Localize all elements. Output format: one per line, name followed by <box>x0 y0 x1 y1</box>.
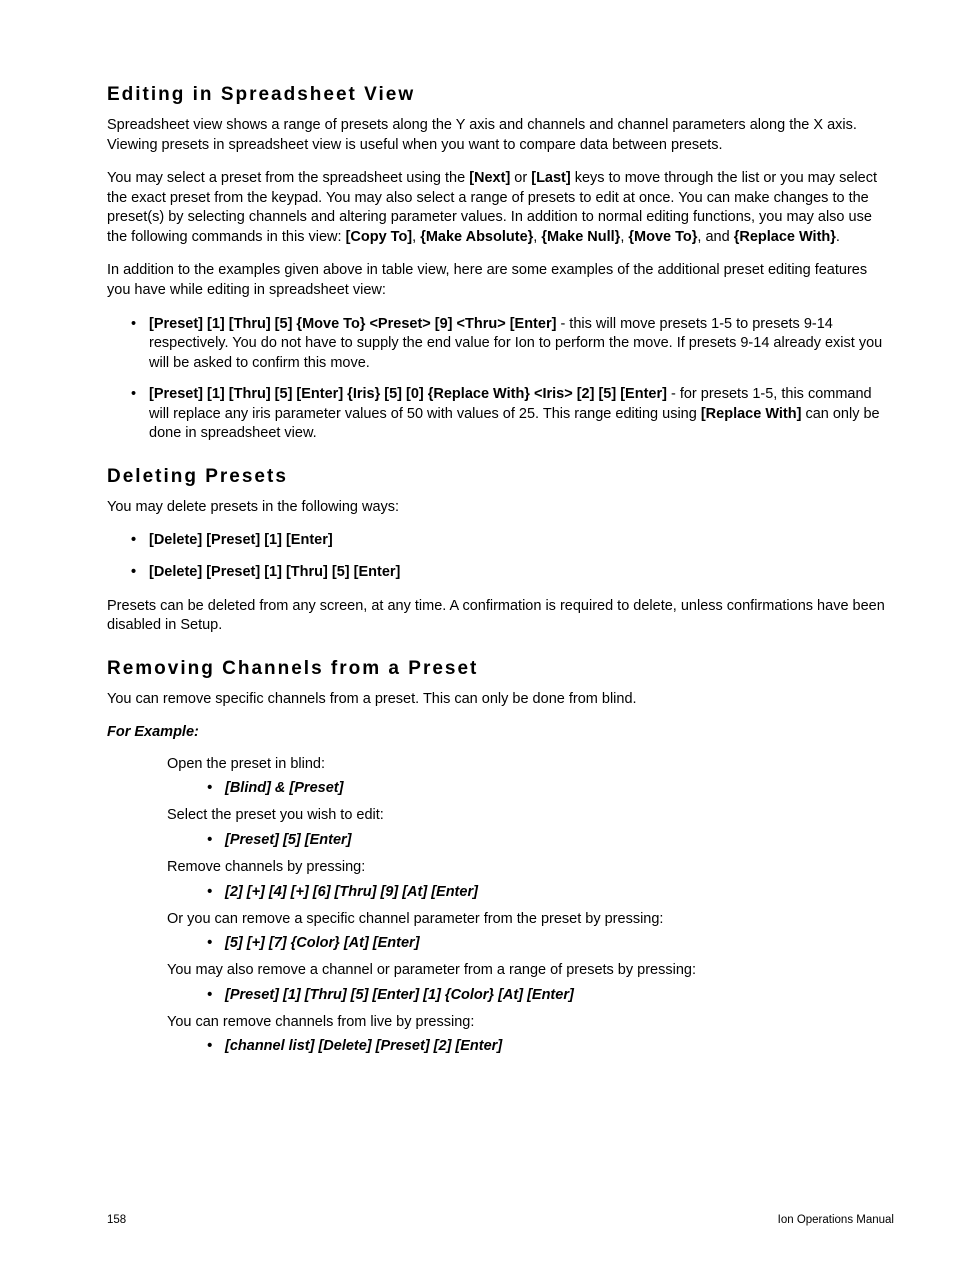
document-page: Editing in Spreadsheet View Spreadsheet … <box>0 0 954 1272</box>
bullet-item: [Delete] [Preset] [1] [Enter] <box>149 531 894 551</box>
text: , and <box>697 229 733 245</box>
step-bullet-list: [2] [+] [4] [+] [6] [Thru] [9] [At] [Ent… <box>167 884 894 900</box>
step-bullet-list: [Preset] [5] [Enter] <box>167 832 894 848</box>
paragraph: You can remove specific channels from a … <box>107 690 894 710</box>
step-text: Open the preset in blind: <box>167 755 894 775</box>
bullet-item: [Delete] [Preset] [1] [Thru] [5] [Enter] <box>149 563 894 583</box>
step-bullet-list: [5] [+] [7] {Color} [At] [Enter] <box>167 935 894 951</box>
example-steps: Open the preset in blind: [Blind] & [Pre… <box>107 755 894 1054</box>
paragraph: Presets can be deleted from any screen, … <box>107 597 894 636</box>
key-ref: [Copy To] <box>346 229 413 245</box>
text: , <box>412 229 420 245</box>
key-ref: {Make Absolute} <box>420 229 533 245</box>
step-text: You can remove channels from live by pre… <box>167 1013 894 1033</box>
paragraph: You may delete presets in the following … <box>107 498 894 518</box>
bullet-item: [Preset] [1] [Thru] [5] {Move To} <Prese… <box>149 315 894 374</box>
step-text: Select the preset you wish to edit: <box>167 806 894 826</box>
step-key-sequence: [5] [+] [7] {Color} [At] [Enter] <box>225 935 894 951</box>
key-ref: {Replace With} <box>734 229 836 245</box>
step-bullet-list: [channel list] [Delete] [Preset] [2] [En… <box>167 1038 894 1054</box>
step-key-sequence: [Preset] [5] [Enter] <box>225 832 894 848</box>
step-bullet-list: [Preset] [1] [Thru] [5] [Enter] [1] {Col… <box>167 987 894 1003</box>
example-label: For Example: <box>107 723 894 743</box>
step-bullet-list: [Blind] & [Preset] <box>167 780 894 796</box>
step-text: You may also remove a channel or paramet… <box>167 961 894 981</box>
paragraph: In addition to the examples given above … <box>107 261 894 300</box>
text: You may select a preset from the spreads… <box>107 170 469 186</box>
key-ref: [Replace With] <box>701 406 802 422</box>
paragraph: You may select a preset from the spreads… <box>107 169 894 247</box>
heading-removing-channels: Removing Channels from a Preset <box>107 658 894 680</box>
page-footer: 158 Ion Operations Manual <box>107 1214 894 1226</box>
paragraph: Spreadsheet view shows a range of preset… <box>107 116 894 155</box>
text: . <box>836 229 840 245</box>
key-ref: {Make Null} <box>541 229 620 245</box>
key-sequence: [Preset] [1] [Thru] [5] {Move To} <Prese… <box>149 316 556 332</box>
step-key-sequence: [channel list] [Delete] [Preset] [2] [En… <box>225 1038 894 1054</box>
step-key-sequence: [Preset] [1] [Thru] [5] [Enter] [1] {Col… <box>225 987 894 1003</box>
manual-title: Ion Operations Manual <box>778 1214 894 1226</box>
step-text: Remove channels by pressing: <box>167 858 894 878</box>
bullet-list: [Delete] [Preset] [1] [Enter] [Delete] [… <box>107 531 894 582</box>
page-number: 158 <box>107 1214 126 1226</box>
bullet-list: [Preset] [1] [Thru] [5] {Move To} <Prese… <box>107 315 894 444</box>
text: or <box>510 170 531 186</box>
step-text: Or you can remove a specific channel par… <box>167 910 894 930</box>
key-sequence: [Preset] [1] [Thru] [5] [Enter] {Iris} [… <box>149 386 667 402</box>
heading-editing-spreadsheet: Editing in Spreadsheet View <box>107 84 894 106</box>
heading-deleting-presets: Deleting Presets <box>107 466 894 488</box>
key-ref: [Next] <box>469 170 510 186</box>
bullet-item: [Preset] [1] [Thru] [5] [Enter] {Iris} [… <box>149 385 894 444</box>
key-ref: {Move To} <box>628 229 697 245</box>
key-ref: [Last] <box>531 170 570 186</box>
step-key-sequence: [2] [+] [4] [+] [6] [Thru] [9] [At] [Ent… <box>225 884 894 900</box>
step-key-sequence: [Blind] & [Preset] <box>225 780 894 796</box>
